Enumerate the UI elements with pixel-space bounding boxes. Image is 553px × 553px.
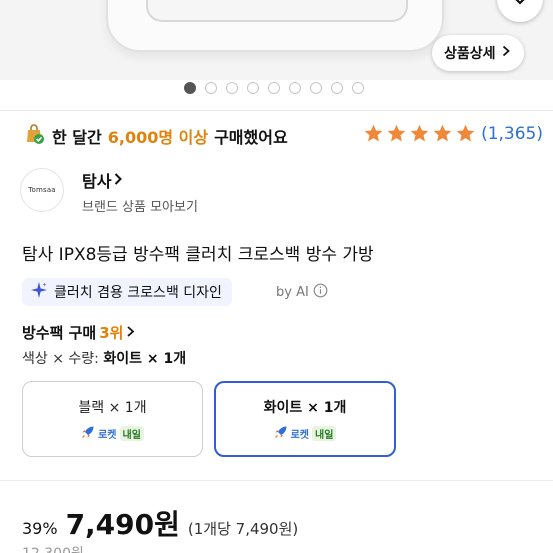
divider	[0, 110, 553, 111]
brand-logo[interactable]: Tomsaa	[20, 168, 64, 212]
discount-rate: 39%	[22, 519, 58, 538]
brand-logo-text: Tomsaa	[28, 186, 56, 194]
delivery-label: 내일	[312, 425, 337, 441]
product-title: 탐사 IPX8등급 방수팩 클러치 크로스백 방수 가방	[22, 245, 374, 265]
chevron-right-icon	[113, 171, 123, 190]
rocket-label: 로켓	[98, 429, 117, 441]
carousel-dot[interactable]	[184, 82, 196, 94]
option-name: 화이트 × 1개	[263, 399, 347, 416]
brand-subtitle[interactable]: 브랜드 상품 모아보기	[82, 196, 198, 215]
rocket-icon	[274, 425, 288, 442]
info-icon[interactable]	[313, 283, 328, 302]
share-button[interactable]	[497, 0, 543, 22]
chevron-right-icon	[502, 45, 510, 61]
carousel-dot[interactable]	[268, 82, 280, 94]
sale-price: 7,490원	[65, 508, 180, 541]
category-ranking-link[interactable]: 방수팩 구매 3위	[22, 322, 135, 343]
ranking-prefix: 방수팩 구매	[22, 324, 97, 342]
rating[interactable]: (1,365)	[363, 123, 543, 144]
rocket-delivery-badge: 로켓 내일	[81, 425, 144, 442]
carousel-indicator	[184, 82, 364, 94]
selected-option-summary: 색상 × 수량: 화이트 × 1개	[22, 348, 186, 368]
star-icon	[410, 124, 429, 142]
option-value: 화이트 × 1개	[103, 351, 187, 367]
option-card-black[interactable]: 블랙 × 1개 로켓 내일	[22, 381, 203, 457]
ai-by-label: by AI	[276, 285, 309, 300]
shopping-bag-check-icon	[22, 122, 46, 150]
product-image	[106, 0, 444, 52]
rocket-icon	[81, 425, 95, 442]
rocket-label: 로켓	[290, 429, 309, 441]
carousel-dot[interactable]	[331, 82, 343, 94]
purchase-prefix: 한 달간	[52, 128, 102, 147]
review-count[interactable]: (1,365)	[481, 124, 543, 144]
original-price: 12,300원	[22, 543, 84, 553]
carousel-dot[interactable]	[205, 82, 217, 94]
carousel-dot[interactable]	[310, 82, 322, 94]
purchase-count-value: 6,000명 이상	[107, 128, 209, 147]
purchase-count: 한 달간 6,000명 이상 구매했어요	[22, 122, 288, 150]
brand-name: 탐사	[82, 172, 112, 191]
ai-attribution[interactable]: by AI	[276, 283, 328, 302]
option-name: 블랙 × 1개	[78, 399, 147, 416]
delivery-label: 내일	[119, 425, 144, 441]
product-detail-label: 상품상세	[444, 46, 496, 62]
price-row: 39% 7,490원 (1개당 7,490원)	[22, 503, 298, 543]
carousel-dot[interactable]	[289, 82, 301, 94]
ai-summary-chip[interactable]: 클러치 겸용 크로스백 디자인	[22, 278, 232, 306]
ai-summary-text: 클러치 겸용 크로스백 디자인	[54, 285, 222, 301]
product-detail-button[interactable]: 상품상세	[432, 35, 524, 71]
star-icon	[387, 124, 406, 142]
carousel-dot[interactable]	[226, 82, 238, 94]
purchase-suffix: 구매했어요	[214, 128, 288, 147]
divider	[0, 480, 553, 481]
brand-link[interactable]: 탐사	[82, 168, 123, 192]
product-image-area[interactable]: 상품상세	[0, 0, 553, 80]
star-icon	[364, 124, 383, 142]
carousel-dot[interactable]	[247, 82, 259, 94]
star-icon	[456, 124, 475, 142]
chevron-right-icon	[126, 324, 135, 342]
rocket-delivery-badge: 로켓 내일	[274, 425, 337, 442]
carousel-dot[interactable]	[352, 82, 364, 94]
unit-price: (1개당 7,490원)	[187, 520, 299, 538]
ranking-value: 3위	[99, 324, 124, 342]
option-label: 색상 × 수량:	[22, 351, 99, 367]
option-card-white[interactable]: 화이트 × 1개 로켓 내일	[214, 381, 396, 457]
star-icon	[433, 124, 452, 142]
sparkle-icon	[30, 281, 48, 303]
chevron-down-icon	[512, 0, 528, 9]
